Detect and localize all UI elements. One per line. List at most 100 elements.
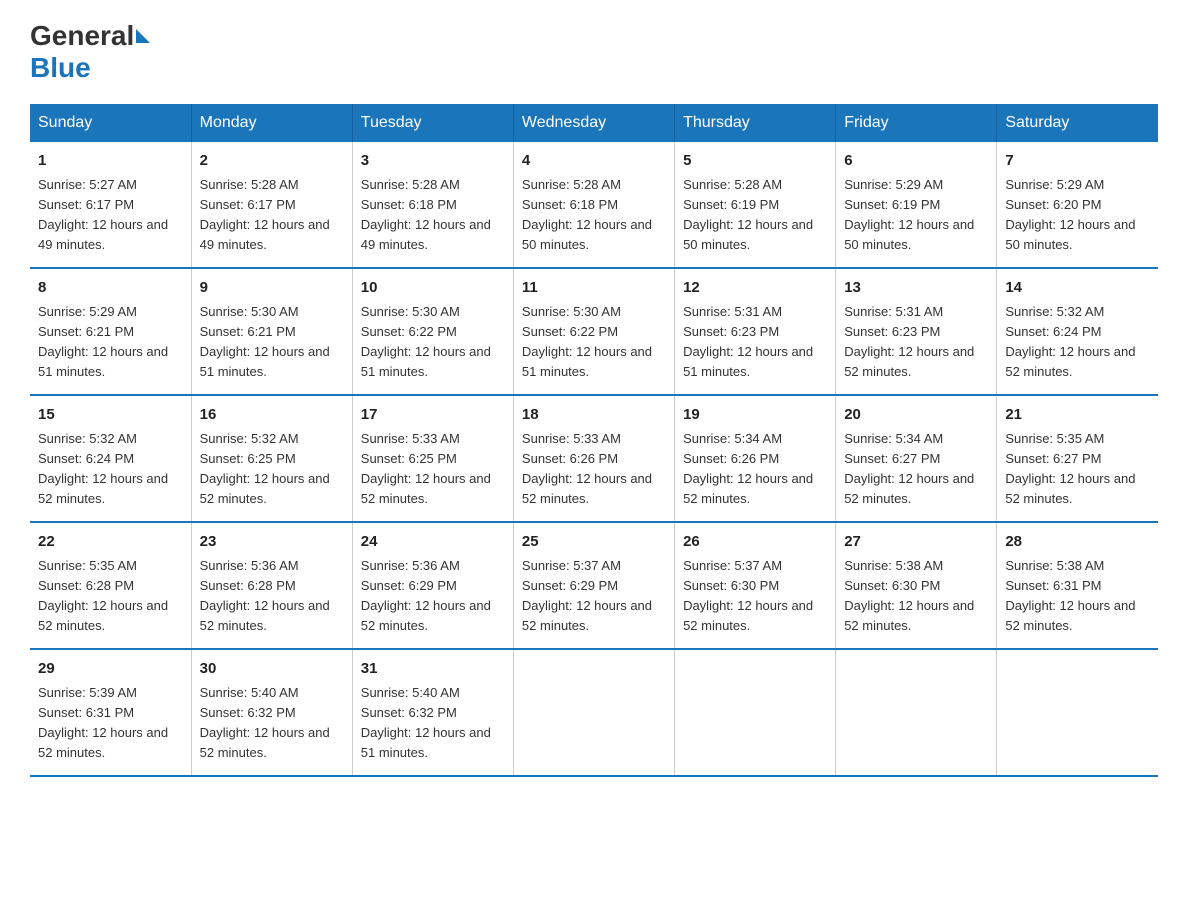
calendar-cell: 4Sunrise: 5:28 AMSunset: 6:18 PMDaylight… bbox=[513, 142, 674, 268]
calendar-cell: 10Sunrise: 5:30 AMSunset: 6:22 PMDayligh… bbox=[352, 268, 513, 395]
day-info: Sunrise: 5:38 AMSunset: 6:30 PMDaylight:… bbox=[844, 556, 988, 637]
calendar-cell: 3Sunrise: 5:28 AMSunset: 6:18 PMDaylight… bbox=[352, 142, 513, 268]
day-info: Sunrise: 5:35 AMSunset: 6:28 PMDaylight:… bbox=[38, 556, 183, 637]
day-info: Sunrise: 5:31 AMSunset: 6:23 PMDaylight:… bbox=[683, 302, 827, 383]
day-info: Sunrise: 5:31 AMSunset: 6:23 PMDaylight:… bbox=[844, 302, 988, 383]
logo-general-text: General bbox=[30, 20, 134, 52]
day-number: 11 bbox=[522, 277, 666, 300]
day-info: Sunrise: 5:32 AMSunset: 6:24 PMDaylight:… bbox=[38, 429, 183, 510]
day-number: 12 bbox=[683, 277, 827, 300]
day-number: 26 bbox=[683, 531, 827, 554]
calendar-cell: 19Sunrise: 5:34 AMSunset: 6:26 PMDayligh… bbox=[675, 395, 836, 522]
calendar-cell: 29Sunrise: 5:39 AMSunset: 6:31 PMDayligh… bbox=[30, 649, 191, 776]
calendar-cell: 12Sunrise: 5:31 AMSunset: 6:23 PMDayligh… bbox=[675, 268, 836, 395]
day-info: Sunrise: 5:39 AMSunset: 6:31 PMDaylight:… bbox=[38, 683, 183, 764]
header-monday: Monday bbox=[191, 104, 352, 142]
calendar-table: SundayMondayTuesdayWednesdayThursdayFrid… bbox=[30, 104, 1158, 777]
calendar-header-row: SundayMondayTuesdayWednesdayThursdayFrid… bbox=[30, 104, 1158, 142]
day-number: 1 bbox=[38, 150, 183, 173]
day-info: Sunrise: 5:29 AMSunset: 6:20 PMDaylight:… bbox=[1005, 175, 1150, 256]
day-info: Sunrise: 5:35 AMSunset: 6:27 PMDaylight:… bbox=[1005, 429, 1150, 510]
logo-triangle-icon bbox=[136, 29, 150, 43]
calendar-cell: 30Sunrise: 5:40 AMSunset: 6:32 PMDayligh… bbox=[191, 649, 352, 776]
header-sunday: Sunday bbox=[30, 104, 191, 142]
day-number: 16 bbox=[200, 404, 344, 427]
day-info: Sunrise: 5:40 AMSunset: 6:32 PMDaylight:… bbox=[200, 683, 344, 764]
day-number: 24 bbox=[361, 531, 505, 554]
day-number: 18 bbox=[522, 404, 666, 427]
day-number: 8 bbox=[38, 277, 183, 300]
day-info: Sunrise: 5:30 AMSunset: 6:21 PMDaylight:… bbox=[200, 302, 344, 383]
calendar-cell: 15Sunrise: 5:32 AMSunset: 6:24 PMDayligh… bbox=[30, 395, 191, 522]
day-number: 7 bbox=[1005, 150, 1150, 173]
day-info: Sunrise: 5:36 AMSunset: 6:28 PMDaylight:… bbox=[200, 556, 344, 637]
day-number: 29 bbox=[38, 658, 183, 681]
day-info: Sunrise: 5:32 AMSunset: 6:24 PMDaylight:… bbox=[1005, 302, 1150, 383]
header-friday: Friday bbox=[836, 104, 997, 142]
calendar-cell: 25Sunrise: 5:37 AMSunset: 6:29 PMDayligh… bbox=[513, 522, 674, 649]
logo: General Blue bbox=[30, 20, 152, 84]
calendar-cell: 16Sunrise: 5:32 AMSunset: 6:25 PMDayligh… bbox=[191, 395, 352, 522]
week-row-2: 8Sunrise: 5:29 AMSunset: 6:21 PMDaylight… bbox=[30, 268, 1158, 395]
day-number: 22 bbox=[38, 531, 183, 554]
day-number: 3 bbox=[361, 150, 505, 173]
day-info: Sunrise: 5:33 AMSunset: 6:26 PMDaylight:… bbox=[522, 429, 666, 510]
day-info: Sunrise: 5:28 AMSunset: 6:18 PMDaylight:… bbox=[361, 175, 505, 256]
week-row-1: 1Sunrise: 5:27 AMSunset: 6:17 PMDaylight… bbox=[30, 142, 1158, 268]
day-info: Sunrise: 5:34 AMSunset: 6:26 PMDaylight:… bbox=[683, 429, 827, 510]
day-info: Sunrise: 5:38 AMSunset: 6:31 PMDaylight:… bbox=[1005, 556, 1150, 637]
week-row-5: 29Sunrise: 5:39 AMSunset: 6:31 PMDayligh… bbox=[30, 649, 1158, 776]
day-number: 27 bbox=[844, 531, 988, 554]
day-info: Sunrise: 5:37 AMSunset: 6:30 PMDaylight:… bbox=[683, 556, 827, 637]
logo-blue-text: Blue bbox=[30, 52, 91, 84]
day-info: Sunrise: 5:36 AMSunset: 6:29 PMDaylight:… bbox=[361, 556, 505, 637]
calendar-cell: 13Sunrise: 5:31 AMSunset: 6:23 PMDayligh… bbox=[836, 268, 997, 395]
week-row-3: 15Sunrise: 5:32 AMSunset: 6:24 PMDayligh… bbox=[30, 395, 1158, 522]
calendar-cell: 11Sunrise: 5:30 AMSunset: 6:22 PMDayligh… bbox=[513, 268, 674, 395]
day-number: 21 bbox=[1005, 404, 1150, 427]
day-info: Sunrise: 5:28 AMSunset: 6:17 PMDaylight:… bbox=[200, 175, 344, 256]
day-number: 17 bbox=[361, 404, 505, 427]
day-number: 20 bbox=[844, 404, 988, 427]
calendar-cell: 8Sunrise: 5:29 AMSunset: 6:21 PMDaylight… bbox=[30, 268, 191, 395]
page-header: General Blue bbox=[30, 20, 1158, 84]
day-number: 13 bbox=[844, 277, 988, 300]
calendar-cell: 9Sunrise: 5:30 AMSunset: 6:21 PMDaylight… bbox=[191, 268, 352, 395]
day-info: Sunrise: 5:28 AMSunset: 6:18 PMDaylight:… bbox=[522, 175, 666, 256]
calendar-cell: 27Sunrise: 5:38 AMSunset: 6:30 PMDayligh… bbox=[836, 522, 997, 649]
day-number: 5 bbox=[683, 150, 827, 173]
day-number: 23 bbox=[200, 531, 344, 554]
calendar-cell bbox=[675, 649, 836, 776]
calendar-cell bbox=[997, 649, 1158, 776]
calendar-cell: 6Sunrise: 5:29 AMSunset: 6:19 PMDaylight… bbox=[836, 142, 997, 268]
calendar-cell: 28Sunrise: 5:38 AMSunset: 6:31 PMDayligh… bbox=[997, 522, 1158, 649]
calendar-cell: 21Sunrise: 5:35 AMSunset: 6:27 PMDayligh… bbox=[997, 395, 1158, 522]
calendar-cell: 20Sunrise: 5:34 AMSunset: 6:27 PMDayligh… bbox=[836, 395, 997, 522]
calendar-cell: 17Sunrise: 5:33 AMSunset: 6:25 PMDayligh… bbox=[352, 395, 513, 522]
calendar-cell: 26Sunrise: 5:37 AMSunset: 6:30 PMDayligh… bbox=[675, 522, 836, 649]
day-info: Sunrise: 5:33 AMSunset: 6:25 PMDaylight:… bbox=[361, 429, 505, 510]
day-info: Sunrise: 5:40 AMSunset: 6:32 PMDaylight:… bbox=[361, 683, 505, 764]
day-info: Sunrise: 5:29 AMSunset: 6:21 PMDaylight:… bbox=[38, 302, 183, 383]
day-info: Sunrise: 5:37 AMSunset: 6:29 PMDaylight:… bbox=[522, 556, 666, 637]
header-thursday: Thursday bbox=[675, 104, 836, 142]
day-info: Sunrise: 5:34 AMSunset: 6:27 PMDaylight:… bbox=[844, 429, 988, 510]
day-number: 14 bbox=[1005, 277, 1150, 300]
day-number: 9 bbox=[200, 277, 344, 300]
day-number: 19 bbox=[683, 404, 827, 427]
calendar-cell: 24Sunrise: 5:36 AMSunset: 6:29 PMDayligh… bbox=[352, 522, 513, 649]
header-tuesday: Tuesday bbox=[352, 104, 513, 142]
calendar-cell: 18Sunrise: 5:33 AMSunset: 6:26 PMDayligh… bbox=[513, 395, 674, 522]
day-info: Sunrise: 5:30 AMSunset: 6:22 PMDaylight:… bbox=[522, 302, 666, 383]
day-info: Sunrise: 5:30 AMSunset: 6:22 PMDaylight:… bbox=[361, 302, 505, 383]
calendar-cell: 23Sunrise: 5:36 AMSunset: 6:28 PMDayligh… bbox=[191, 522, 352, 649]
header-saturday: Saturday bbox=[997, 104, 1158, 142]
calendar-cell: 14Sunrise: 5:32 AMSunset: 6:24 PMDayligh… bbox=[997, 268, 1158, 395]
calendar-cell bbox=[513, 649, 674, 776]
calendar-cell: 7Sunrise: 5:29 AMSunset: 6:20 PMDaylight… bbox=[997, 142, 1158, 268]
week-row-4: 22Sunrise: 5:35 AMSunset: 6:28 PMDayligh… bbox=[30, 522, 1158, 649]
calendar-cell: 22Sunrise: 5:35 AMSunset: 6:28 PMDayligh… bbox=[30, 522, 191, 649]
day-number: 2 bbox=[200, 150, 344, 173]
calendar-cell: 1Sunrise: 5:27 AMSunset: 6:17 PMDaylight… bbox=[30, 142, 191, 268]
day-info: Sunrise: 5:29 AMSunset: 6:19 PMDaylight:… bbox=[844, 175, 988, 256]
